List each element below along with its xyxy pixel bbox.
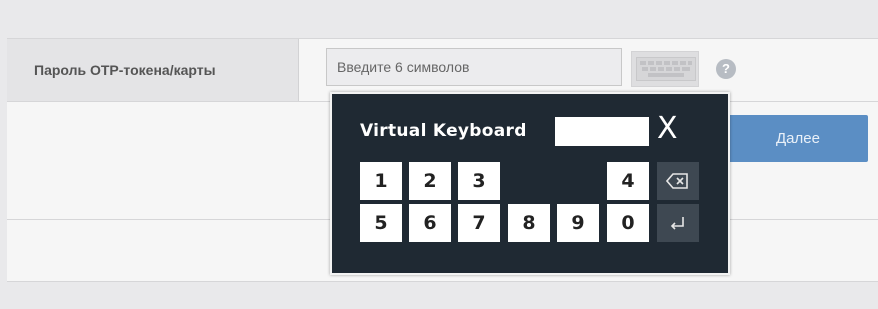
key-5[interactable]: 5 — [360, 204, 402, 242]
otp-password-input[interactable] — [326, 48, 622, 86]
key-9[interactable]: 9 — [557, 204, 599, 242]
virtual-keyboard-button[interactable] — [631, 51, 699, 87]
key-4[interactable]: 4 — [607, 162, 649, 200]
otp-password-label: Пароль OTP-токена/карты — [34, 62, 216, 78]
key-0[interactable]: 0 — [607, 204, 649, 242]
keyboard-icon — [636, 57, 696, 81]
key-1[interactable]: 1 — [360, 162, 402, 200]
virtual-keyboard-title: Virtual Keyboard — [360, 121, 527, 141]
enter-key[interactable] — [657, 204, 699, 242]
backspace-key[interactable] — [657, 162, 699, 200]
key-6[interactable]: 6 — [409, 204, 451, 242]
key-7[interactable]: 7 — [458, 204, 500, 242]
key-3[interactable]: 3 — [458, 162, 500, 200]
next-button[interactable]: Далее — [708, 115, 868, 162]
close-icon[interactable]: X — [657, 111, 678, 147]
enter-icon — [670, 217, 684, 230]
virtual-keyboard-display — [555, 117, 649, 146]
backspace-icon — [665, 173, 688, 189]
virtual-keyboard-popup: Virtual Keyboard X 1 2 3 4 5 6 7 8 9 0 — [330, 92, 730, 275]
help-icon[interactable]: ? — [716, 59, 736, 79]
key-2[interactable]: 2 — [409, 162, 451, 200]
key-8[interactable]: 8 — [508, 204, 550, 242]
